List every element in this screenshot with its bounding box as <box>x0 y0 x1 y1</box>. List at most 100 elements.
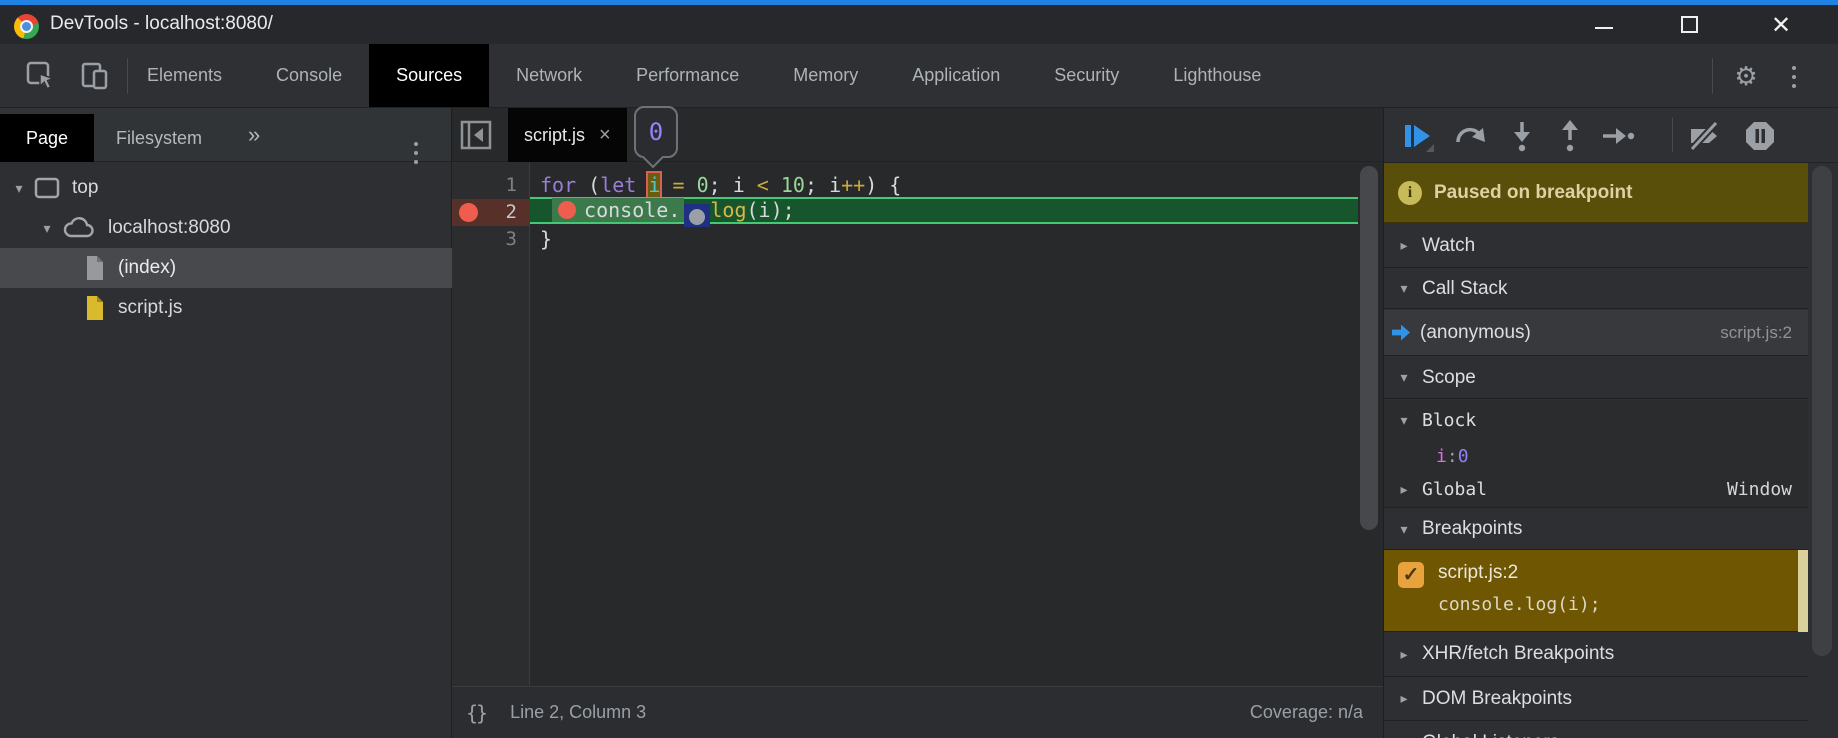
panel-tabs: Elements Console Sources Network Perform… <box>120 44 1288 107</box>
code-area[interactable]: for (let i = 0; i < 10; i++) { console.l… <box>530 162 1383 686</box>
minimize-button[interactable] <box>1590 13 1620 39</box>
chrome-logo-icon <box>14 14 39 39</box>
expander-icon[interactable]: ▸ <box>1396 481 1412 498</box>
resume-button[interactable] <box>1400 118 1436 154</box>
expander-icon[interactable]: ▾ <box>1396 521 1412 538</box>
main-menu-kebab-icon[interactable] <box>1792 66 1796 70</box>
tab-filesystem[interactable]: Filesystem <box>90 114 228 162</box>
tab-elements[interactable]: Elements <box>120 44 249 107</box>
expander-icon[interactable]: ▸ <box>1396 237 1412 254</box>
toolbar-separator <box>1712 58 1713 94</box>
breakpoint-checkbox[interactable]: ✓ <box>1398 562 1424 588</box>
close-button[interactable]: ✕ <box>1766 13 1796 39</box>
code-line-2-paused[interactable]: console.log(i); <box>530 197 1358 224</box>
section-global-listeners[interactable]: ▸ Global Listeners <box>1384 721 1808 738</box>
editor-scrollbar[interactable] <box>1360 166 1378 530</box>
settings-gear-icon[interactable]: ⚙ <box>1730 60 1762 92</box>
section-call-stack[interactable]: ▾ Call Stack <box>1384 269 1808 309</box>
breakpoint-entry-edge <box>1798 550 1808 632</box>
info-icon: i <box>1398 181 1422 205</box>
pretty-print-icon[interactable]: {} <box>466 701 486 725</box>
title-bar: DevTools - localhost:8080/ ✕ <box>0 0 1838 44</box>
current-frame-arrow-icon <box>1392 325 1410 341</box>
more-tabs-chevron-icon[interactable]: » <box>248 122 260 148</box>
coverage-status: Coverage: n/a <box>1250 702 1363 723</box>
tab-lighthouse[interactable]: Lighthouse <box>1146 44 1288 107</box>
inline-breakpoint-active-icon[interactable] <box>558 201 576 219</box>
code-line-3[interactable]: } <box>530 226 1358 253</box>
section-scope[interactable]: ▾ Scope <box>1384 357 1808 399</box>
debugger-scrollbar[interactable] <box>1812 166 1832 656</box>
step-button[interactable] <box>1600 118 1636 154</box>
navigator-sidebar: Page Filesystem » ▾ top ▾ localhost:8080 <box>0 108 452 738</box>
section-xhr-breakpoints[interactable]: ▸ XHR/fetch Breakpoints <box>1384 632 1808 677</box>
step-into-button[interactable] <box>1504 118 1540 154</box>
editor-gutter[interactable]: 1 2 3 <box>452 162 530 686</box>
frame-location[interactable]: script.js:2 <box>1720 323 1792 343</box>
frame-icon <box>34 177 60 199</box>
close-tab-icon[interactable]: × <box>599 124 611 147</box>
expander-icon[interactable]: ▾ <box>1396 412 1412 429</box>
tab-sources[interactable]: Sources <box>369 44 489 107</box>
expander-icon[interactable]: ▾ <box>1396 369 1412 386</box>
code-line-1[interactable]: for (let i = 0; i < 10; i++) { <box>530 172 1358 199</box>
device-toolbar-icon[interactable] <box>78 60 112 92</box>
deactivate-breakpoints-button[interactable] <box>1686 118 1722 154</box>
expander-icon[interactable]: ▾ <box>40 220 54 237</box>
call-stack-frame[interactable]: (anonymous) script.js:2 <box>1384 310 1808 356</box>
navigator-kebab-icon[interactable] <box>414 142 418 146</box>
expander-icon[interactable]: ▾ <box>1396 280 1412 297</box>
expander-icon[interactable]: ▸ <box>1396 734 1412 738</box>
pause-on-exceptions-button[interactable] <box>1742 118 1778 154</box>
editor-status-bar: {} Line 2, Column 3 Coverage: n/a <box>452 686 1383 738</box>
window-title: DevTools - localhost:8080/ <box>50 13 273 35</box>
section-watch[interactable]: ▸ Watch <box>1384 224 1808 268</box>
toolbar-separator <box>1672 118 1673 152</box>
inspect-element-icon[interactable] <box>24 60 58 92</box>
expander-icon[interactable]: ▸ <box>1396 646 1412 663</box>
line-number-breakpoint[interactable]: 2 <box>452 199 529 226</box>
tab-page[interactable]: Page <box>0 114 94 162</box>
evaluated-variable[interactable]: i <box>648 173 660 197</box>
breakpoint-entry[interactable]: ✓ script.js:2 console.log(i); <box>1384 550 1808 632</box>
devtools-toolbar: Elements Console Sources Network Perform… <box>0 44 1838 108</box>
cloud-icon <box>62 216 96 240</box>
navigator-tabs: Page Filesystem » <box>0 108 451 162</box>
tab-application[interactable]: Application <box>885 44 1027 107</box>
tab-performance[interactable]: Performance <box>609 44 766 107</box>
current-expression-highlight: console. <box>552 198 684 222</box>
tab-memory[interactable]: Memory <box>766 44 885 107</box>
editor-tabstrip: script.js × <box>452 108 1383 162</box>
global-scope-value: Window <box>1727 479 1792 500</box>
expander-icon[interactable]: ▸ <box>1396 690 1412 707</box>
step-over-button[interactable] <box>1452 118 1488 154</box>
cursor-position: Line 2, Column 3 <box>510 702 646 723</box>
tab-console[interactable]: Console <box>249 44 369 107</box>
tab-network[interactable]: Network <box>489 44 609 107</box>
scope-block-row[interactable]: ▾ Block <box>1384 400 1808 441</box>
line-number[interactable]: 3 <box>452 226 529 253</box>
editor-tab-scriptjs[interactable]: script.js × <box>508 108 627 162</box>
section-breakpoints[interactable]: ▾ Breakpoints <box>1384 509 1808 550</box>
breakpoint-location: script.js:2 <box>1438 562 1518 584</box>
expander-icon[interactable]: ▾ <box>12 180 26 197</box>
inline-breakpoint-candidate-icon[interactable] <box>684 204 710 227</box>
debugger-sidebar: i Paused on breakpoint ▸ Watch ▾ Call St… <box>1383 108 1838 738</box>
paused-banner: i Paused on breakpoint <box>1384 163 1808 223</box>
section-dom-breakpoints[interactable]: ▸ DOM Breakpoints <box>1384 677 1808 721</box>
tree-item-origin[interactable]: ▾ localhost:8080 <box>0 208 491 248</box>
debugger-toolbar <box>1384 108 1838 163</box>
hide-navigator-icon[interactable] <box>458 118 494 152</box>
tab-security[interactable]: Security <box>1027 44 1146 107</box>
file-icon <box>84 254 106 282</box>
scope-variable-row[interactable]: i: 0 <box>1384 441 1808 471</box>
maximize-button[interactable] <box>1676 13 1706 39</box>
line-number[interactable]: 1 <box>452 172 529 199</box>
devtools-window: DevTools - localhost:8080/ ✕ Elements Co… <box>0 0 1838 738</box>
tree-item-top[interactable]: ▾ top <box>0 168 463 208</box>
breakpoint-dot-icon[interactable] <box>459 203 478 222</box>
scope-global-row[interactable]: ▸ Global Window <box>1384 471 1808 508</box>
step-out-button[interactable] <box>1552 118 1588 154</box>
breakpoint-code: console.log(i); <box>1438 594 1601 615</box>
variable-value-tooltip: 0 <box>634 106 678 158</box>
